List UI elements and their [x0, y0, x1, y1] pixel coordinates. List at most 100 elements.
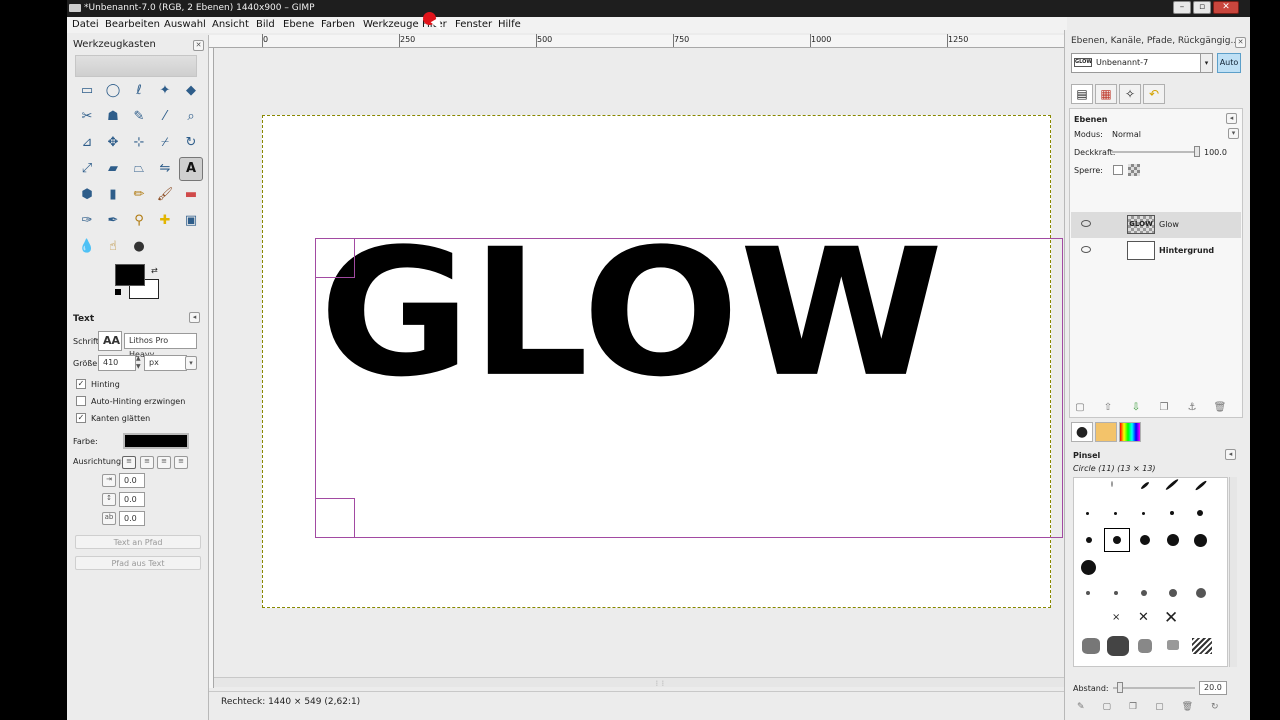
rect-select-icon[interactable]: ▭	[75, 79, 99, 103]
paths-icon[interactable]: ✎	[127, 105, 151, 129]
size-spinner-icon[interactable]: ▲ ▼	[136, 355, 142, 371]
align-icon[interactable]: ⊹	[127, 131, 151, 155]
justify-center-icon[interactable]: ≡	[157, 456, 171, 469]
heal-icon[interactable]: ✚	[153, 209, 177, 233]
justify-fill-icon[interactable]: ≡	[174, 456, 188, 469]
paintbrush-icon[interactable]: 🖌	[153, 183, 177, 207]
perspective-icon[interactable]: ⏢	[127, 157, 151, 181]
minimize-button[interactable]: –	[1173, 1, 1191, 14]
brush-item[interactable]	[1197, 510, 1203, 516]
airbrush-icon[interactable]: ✑	[75, 209, 99, 233]
brush-item[interactable]	[1194, 479, 1208, 492]
ink-icon[interactable]: ✒	[101, 209, 125, 233]
menu-fenster[interactable]: Fenster	[455, 19, 492, 30]
brush-buttons[interactable]: ✎▢❐▢🗑↻	[1077, 702, 1237, 714]
scale-icon[interactable]: ⤢	[75, 157, 99, 181]
brush-item[interactable]: ×	[1112, 612, 1120, 623]
justify-left-icon[interactable]: ≡	[122, 456, 136, 469]
brush-item[interactable]	[1086, 591, 1090, 595]
spacing-slider[interactable]	[1113, 687, 1195, 689]
text-tool-icon[interactable]: A	[179, 157, 203, 181]
opacity-value[interactable]: 100.0	[1204, 148, 1227, 157]
lower-layer-icon[interactable]: ⇩	[1129, 401, 1143, 415]
blend-icon[interactable]: ▮	[101, 183, 125, 207]
opacity-slider-handle[interactable]	[1194, 146, 1200, 157]
menu-bearbeiten[interactable]: Bearbeiten	[105, 19, 160, 30]
rotate-icon[interactable]: ↻	[179, 131, 203, 155]
ellipse-select-icon[interactable]: ◯	[101, 79, 125, 103]
brush-item[interactable]	[1140, 481, 1150, 490]
channels-tab-icon[interactable]: ▦	[1095, 84, 1117, 104]
pencil-icon[interactable]: ✏	[127, 183, 151, 207]
image-dropdown-icon[interactable]: ▾	[1200, 54, 1212, 72]
path-from-text-button[interactable]: Pfad aus Text	[75, 556, 201, 570]
antialias-checkbox[interactable]: ✓	[76, 413, 86, 423]
brush-item[interactable]: ✕	[1138, 610, 1149, 625]
eraser-icon[interactable]: ▬	[179, 183, 203, 207]
line-spacing-field[interactable]: 0.0	[119, 492, 145, 507]
vertical-ruler[interactable]	[209, 48, 214, 688]
brush-item[interactable]	[1167, 640, 1179, 650]
wilber-drop-area[interactable]	[75, 55, 197, 77]
brushes-tab-icon[interactable]: ●	[1071, 422, 1093, 442]
layers-tab-icon[interactable]: ▤	[1071, 84, 1093, 104]
menu-ebene[interactable]: Ebene	[283, 19, 314, 30]
brush-item[interactable]	[1111, 481, 1113, 487]
foreground-color-swatch[interactable]	[115, 264, 145, 286]
anchor-layer-icon[interactable]: ⚓	[1185, 401, 1199, 415]
brush-item[interactable]	[1114, 512, 1117, 515]
opacity-slider[interactable]	[1112, 151, 1198, 153]
resize-handle-top-left[interactable]	[315, 238, 355, 278]
text-color-button[interactable]	[123, 433, 189, 449]
foreground-select-icon[interactable]: ☗	[101, 105, 125, 129]
brush-item[interactable]	[1142, 512, 1145, 515]
reset-colors-icon[interactable]	[115, 289, 121, 295]
spacing-field[interactable]: 20.0	[1199, 681, 1227, 695]
close-dock-icon[interactable]: ✕	[193, 40, 204, 51]
color-picker-icon[interactable]: ⁄	[153, 105, 177, 129]
gradients-tab-icon[interactable]	[1119, 422, 1141, 442]
layer-name[interactable]: Glow	[1159, 220, 1179, 229]
mode-dropdown-icon[interactable]: ▾	[1228, 128, 1239, 139]
free-select-icon[interactable]: ℓ	[127, 79, 151, 103]
menu-farben[interactable]: Farben	[321, 19, 355, 30]
justify-right-icon[interactable]: ≡	[140, 456, 154, 469]
font-preview-icon[interactable]: AA	[98, 331, 122, 351]
menu-datei[interactable]: Datei	[72, 19, 99, 30]
brush-item[interactable]	[1081, 560, 1096, 575]
delete-layer-icon[interactable]: 🗑	[1213, 401, 1227, 415]
layer-row[interactable]: Hintergrund	[1071, 238, 1241, 264]
brush-grid[interactable]: × ✕ ✕	[1073, 477, 1228, 667]
brush-item[interactable]: ✕	[1164, 608, 1178, 628]
brush-item[interactable]	[1170, 511, 1174, 515]
autohint-checkbox[interactable]	[76, 396, 86, 406]
brush-item[interactable]	[1167, 534, 1179, 546]
horizontal-scrollbar[interactable]: ⋮⋮	[214, 677, 1064, 687]
new-layer-icon[interactable]: ▢	[1073, 401, 1087, 415]
dodge-burn-icon[interactable]: ●	[127, 235, 151, 259]
hinting-checkbox[interactable]: ✓	[76, 379, 86, 389]
unit-dropdown-icon[interactable]: ▾	[185, 356, 197, 370]
brush-item[interactable]	[1113, 536, 1121, 544]
font-field[interactable]: Lithos Pro Heavy	[124, 333, 197, 359]
scissors-icon[interactable]: ✂	[75, 105, 99, 129]
close-dock-icon[interactable]: ✕	[1235, 37, 1246, 48]
menu-auswahl[interactable]: Auswahl	[164, 19, 206, 30]
fuzzy-select-icon[interactable]: ✦	[153, 79, 177, 103]
spacing-slider-handle[interactable]	[1117, 682, 1123, 693]
visibility-eye-icon[interactable]	[1081, 246, 1091, 253]
swap-colors-icon[interactable]: ⇄	[151, 266, 158, 275]
auto-button[interactable]: Auto	[1217, 53, 1241, 73]
brush-item[interactable]	[1140, 535, 1150, 545]
menu-hilfe[interactable]: Hilfe	[498, 19, 521, 30]
paths-tab-icon[interactable]: ✧	[1119, 84, 1141, 104]
patterns-tab-icon[interactable]	[1095, 422, 1117, 442]
menu-ansicht[interactable]: Ansicht	[212, 19, 249, 30]
measure-icon[interactable]: ⊿	[75, 131, 99, 155]
brush-scrollbar[interactable]	[1229, 477, 1237, 667]
zoom-icon[interactable]: ⌕	[179, 105, 203, 129]
lock-pixels-checkbox[interactable]	[1113, 165, 1123, 175]
brush-item[interactable]	[1196, 588, 1206, 598]
brush-item[interactable]	[1194, 534, 1207, 547]
lock-alpha-icon[interactable]	[1128, 164, 1140, 176]
